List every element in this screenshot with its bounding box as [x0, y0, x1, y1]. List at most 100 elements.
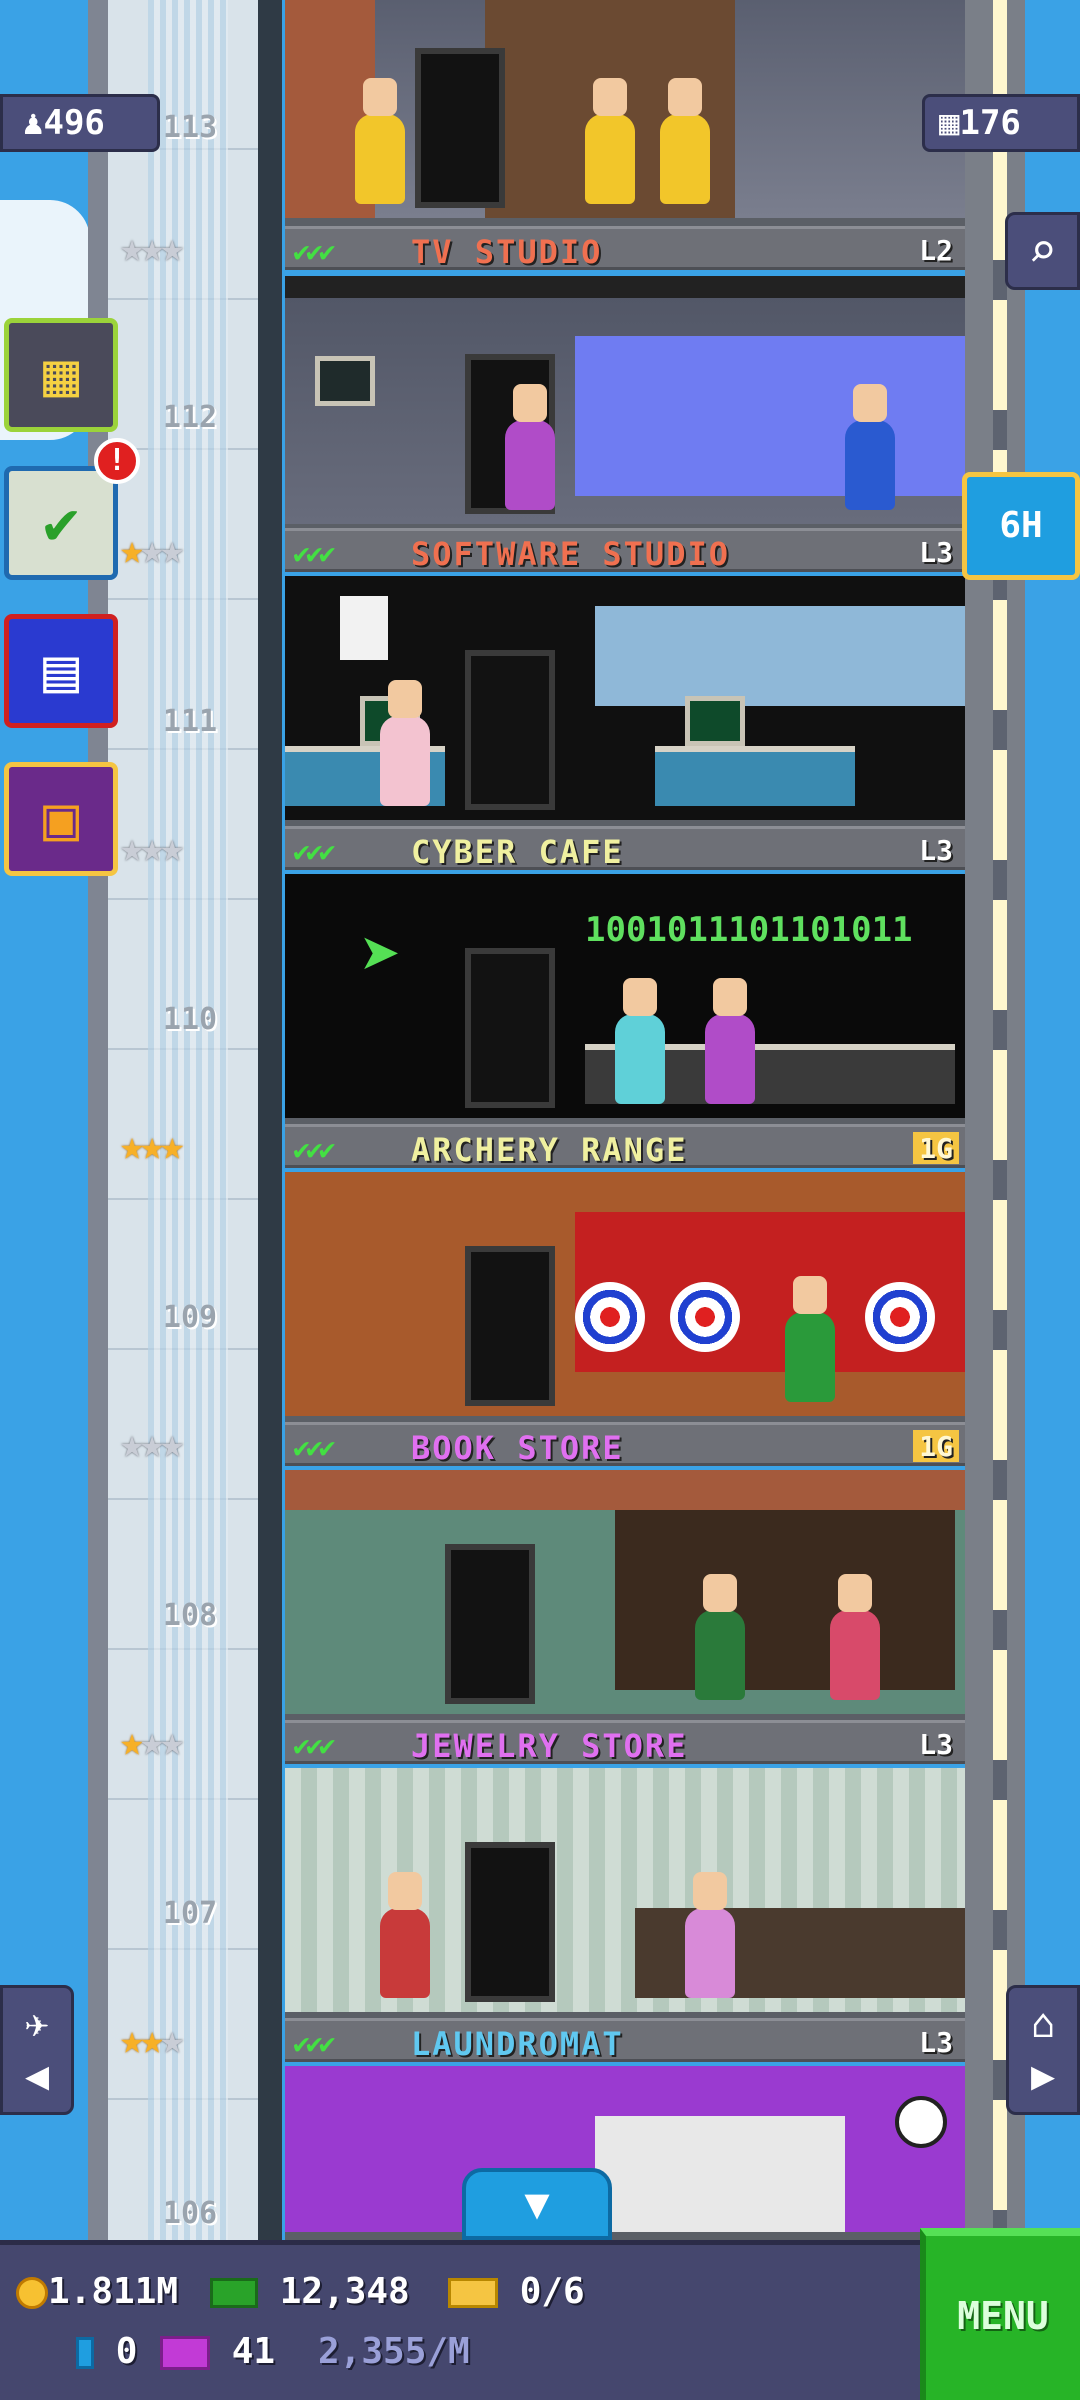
bux-value: 0	[115, 2331, 138, 2372]
floor-level: 1G	[913, 1132, 959, 1165]
cursor-icon: ➤	[360, 914, 403, 996]
star-icon: ★	[120, 2017, 144, 2063]
floor-level: 1G	[913, 1430, 959, 1463]
worker-person[interactable]	[785, 1276, 835, 1402]
elevator-left-icon: ✈	[24, 2001, 50, 2047]
cash-stat[interactable]: 12,348	[210, 2271, 410, 2312]
floor-room[interactable]	[285, 2066, 965, 2240]
coins-stat[interactable]: 1.811M	[16, 2271, 178, 2312]
building-grid-icon: ▦	[42, 340, 80, 410]
building-icon: ▦	[939, 103, 960, 143]
floor-name: BOOK STORE	[411, 1429, 624, 1467]
cash-icon	[210, 2278, 258, 2308]
star-icon: ★	[160, 2017, 184, 2063]
search-button[interactable]: ⌕	[1005, 212, 1080, 290]
star-icon: ★	[120, 527, 144, 573]
gift-button[interactable]: ▣	[4, 762, 118, 876]
worker-person[interactable]	[355, 78, 405, 204]
floor-room[interactable]	[285, 276, 965, 532]
floor-108[interactable]: ★★★ ✔✔✔ BOOK STORE 1G 108	[0, 1421, 1080, 1722]
binary-text: 1001011101101011	[585, 910, 913, 950]
floor-label-bar[interactable]: ✔✔✔ LAUNDROMAT L3	[285, 2018, 965, 2063]
worker-person[interactable]	[380, 1872, 430, 1998]
worker-person[interactable]	[615, 978, 665, 1104]
floor-room[interactable]: 1001011101101011 ➤	[285, 874, 965, 1126]
window	[595, 606, 965, 706]
star-icon: ★	[160, 1123, 184, 1169]
floor-label-bar[interactable]: ✔✔✔ ARCHERY RANGE 1G	[285, 1124, 965, 1169]
star-icon: ★	[140, 225, 164, 271]
floor-room[interactable]	[285, 576, 965, 828]
brick-wall	[285, 1470, 965, 1510]
floor-door	[465, 948, 555, 1108]
floor-110[interactable]: ★★★ ✔✔✔ CYBER CAFE L3 1001011101101011 ➤…	[0, 825, 1080, 1126]
star-icon: ★	[120, 1719, 144, 1765]
elevator-left-button[interactable]: ✈ ◀	[0, 1985, 74, 2115]
worker-person[interactable]	[845, 384, 895, 510]
scroll-down-button[interactable]: ▼	[462, 2168, 612, 2240]
computer-desk	[655, 746, 855, 806]
bottom-status-bar: 1.811M 12,348 0/6 0 41 2,355/M	[0, 2240, 1080, 2400]
checkmark-icon: ✔✔✔	[293, 537, 336, 570]
floor-number: 111	[162, 704, 218, 739]
floor-room[interactable]	[285, 1172, 965, 1424]
studio-backdrop	[575, 336, 965, 496]
star-icon: ★	[160, 825, 184, 871]
chevron-down-icon: ▼	[524, 2179, 550, 2228]
floor-number: 113	[162, 110, 218, 145]
tickets-value: 0/6	[519, 2271, 585, 2312]
worker-person[interactable]	[380, 680, 430, 806]
menu-button[interactable]: MENU	[920, 2228, 1080, 2400]
computer-screen	[685, 696, 745, 746]
bux-stat[interactable]: 0	[76, 2331, 137, 2372]
worker-person[interactable]	[830, 1574, 880, 1700]
floor-stars: ★★★	[120, 1421, 184, 1467]
notification-badge: !	[94, 438, 140, 484]
floor-107[interactable]: ★★★ ✔✔✔ JEWELRY STORE L3 107	[0, 1719, 1080, 2020]
worker-person[interactable]	[685, 1872, 735, 1998]
worker-person[interactable]	[695, 1574, 745, 1700]
floor-label-bar[interactable]: ✔✔✔ SOFTWARE STUDIO L3	[285, 528, 965, 573]
floor-111[interactable]: ★★★ ✔✔✔ SOFTWARE STUDIO L3 111	[0, 527, 1080, 828]
star-icon: ★	[140, 1421, 164, 1467]
floor-label-bar[interactable]: ✔✔✔ TV STUDIO L2	[285, 226, 965, 271]
floor-label-bar[interactable]: ✔✔✔ JEWELRY STORE L3	[285, 1720, 965, 1765]
calendar-icon: ▤	[42, 636, 80, 706]
worker-person[interactable]	[660, 78, 710, 204]
floor-room[interactable]	[285, 0, 965, 226]
timer-button[interactable]: 6H	[962, 472, 1080, 580]
floor-counter[interactable]: ▦176	[922, 94, 1080, 152]
build-button[interactable]: ▦	[4, 318, 118, 432]
floor-name: CYBER CAFE	[411, 833, 624, 871]
star-icon: ★	[120, 825, 144, 871]
tickets-stat[interactable]: 0/6	[448, 2271, 585, 2312]
worker-person[interactable]	[705, 978, 755, 1104]
archery-target	[670, 1282, 740, 1352]
floor-stars: ★★★	[120, 2017, 184, 2063]
floor-room[interactable]	[285, 1768, 965, 2020]
floor-label-bar[interactable]: ✔✔✔ CYBER CAFE L3	[285, 826, 965, 871]
vip-stat[interactable]: 41	[160, 2331, 275, 2372]
floor-109[interactable]: ★★★ ✔✔✔ ARCHERY RANGE 1G 109	[0, 1123, 1080, 1424]
floor-door	[465, 1842, 555, 2002]
floor-room[interactable]	[285, 1470, 965, 1722]
worker-person[interactable]	[585, 78, 635, 204]
star-icon: ★	[120, 225, 144, 271]
missions-button[interactable]: ✔	[4, 466, 118, 580]
star-icon: ★	[140, 2017, 164, 2063]
floor-level: L3	[919, 834, 953, 867]
home-right-icon: ⌂	[1030, 2001, 1056, 2047]
population-counter[interactable]: ♟496	[0, 94, 160, 152]
floor-label-bar[interactable]: ✔✔✔ BOOK STORE 1G	[285, 1422, 965, 1467]
checkmark-icon: ✔✔✔	[293, 2027, 336, 2060]
worker-person[interactable]	[505, 384, 555, 510]
calendar-button[interactable]: ▤	[4, 614, 118, 728]
floor-112[interactable]: ★★★ ✔✔✔ TV STUDIO L2 112	[0, 226, 1080, 532]
bux-icon	[76, 2337, 94, 2369]
floor-stars: ★★★	[120, 1719, 184, 1765]
archery-target	[575, 1282, 645, 1352]
archery-target	[865, 1282, 935, 1352]
floor-level: L3	[919, 2026, 953, 2059]
home-right-button[interactable]: ⌂ ▶	[1006, 1985, 1080, 2115]
floor-level: L3	[919, 1728, 953, 1761]
